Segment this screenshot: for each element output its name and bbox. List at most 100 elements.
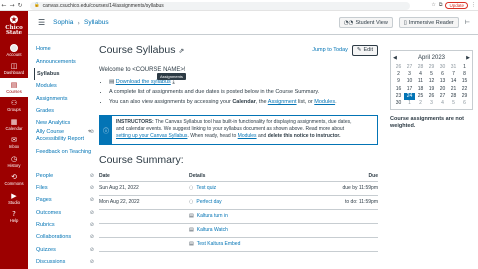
calendar-day[interactable]: 13: [437, 78, 448, 85]
menu-dots-icon[interactable]: ⋮: [471, 2, 476, 8]
calendar-day[interactable]: 29: [459, 93, 470, 100]
calendar-day[interactable]: 28: [448, 93, 459, 100]
calendar-day[interactable]: 7: [448, 71, 459, 78]
row-assignment-link[interactable]: Perfect day: [196, 199, 221, 205]
global-nav-groups[interactable]: ⚇ Groups: [0, 97, 28, 116]
calendar-day[interactable]: 27: [404, 64, 415, 71]
breadcrumb-course[interactable]: Sophia: [53, 19, 73, 26]
course-nav-item[interactable]: Pages ⊘: [36, 194, 94, 206]
calendar-day[interactable]: 4: [437, 100, 448, 107]
global-nav-courses[interactable]: ▤ Courses: [0, 78, 28, 97]
forward-icon[interactable]: →: [8, 2, 16, 9]
calendar-day[interactable]: 1: [404, 100, 415, 107]
star-icon[interactable]: ☆: [431, 2, 435, 8]
calendar-day[interactable]: 11: [415, 78, 426, 85]
calendar-day[interactable]: 4: [415, 71, 426, 78]
due-header: Due: [300, 172, 378, 182]
jump-to-today-link[interactable]: Jump to Today: [312, 47, 348, 53]
next-month-icon[interactable]: ▶: [466, 55, 470, 61]
student-view-button[interactable]: ◔◔ Student View: [338, 17, 393, 28]
collapse-sidebar-icon[interactable]: ⊢: [465, 19, 470, 26]
calendar-day[interactable]: 30: [393, 100, 404, 107]
calendar-day[interactable]: 9: [393, 78, 404, 85]
course-nav-item[interactable]: Syllabus: [34, 67, 94, 81]
course-nav-item[interactable]: Modules: [36, 80, 94, 92]
course-nav-item[interactable]: Outcomes ⊘: [36, 206, 94, 218]
calendar-day[interactable]: 8: [459, 71, 470, 78]
calendar-day[interactable]: 30: [437, 64, 448, 71]
course-nav-item[interactable]: Ally Course Accessibility Report ⊘: [36, 129, 94, 149]
calendar-day[interactable]: 26: [426, 93, 437, 100]
assignment-link[interactable]: Assignment: [268, 99, 297, 105]
setting-up-syllabus-link[interactable]: setting up your Canvas Syllabus: [116, 133, 187, 139]
global-nav-history[interactable]: ◷ History: [0, 152, 28, 171]
info-modules-link[interactable]: Modules: [238, 133, 257, 139]
calendar-day[interactable]: 21: [448, 86, 459, 93]
calendar-day[interactable]: 5: [448, 100, 459, 107]
course-nav-item[interactable]: Discussions ⊘: [36, 256, 94, 268]
row-assignment-link[interactable]: Kaltura Watch: [197, 227, 228, 233]
calendar-day[interactable]: 27: [437, 93, 448, 100]
modules-link[interactable]: Modules: [314, 99, 335, 105]
course-nav-item[interactable]: Files ⊘: [36, 182, 94, 194]
calendar-day[interactable]: 14: [448, 78, 459, 85]
calendar-day[interactable]: 18: [415, 86, 426, 93]
course-nav-item[interactable]: Home: [36, 43, 94, 55]
commons-icon: ⟲: [11, 173, 17, 182]
calendar-day[interactable]: 2: [415, 100, 426, 107]
update-button[interactable]: Update: [445, 1, 468, 9]
calendar-day[interactable]: 19: [426, 86, 437, 93]
calendar-day[interactable]: 12: [426, 78, 437, 85]
global-nav-studio[interactable]: ▶ Studio: [0, 189, 28, 208]
course-nav-item[interactable]: New Analytics: [36, 117, 94, 129]
calendar-day[interactable]: 15: [459, 78, 470, 85]
edit-button[interactable]: ✎ Edit: [351, 44, 378, 56]
address-bar[interactable]: 🔒 canvas.csuchico.edu/courses/14/assignm…: [30, 1, 410, 10]
calendar-day[interactable]: 3: [426, 100, 437, 107]
calendar-day[interactable]: 5: [426, 71, 437, 78]
calendar-day[interactable]: 3: [404, 71, 415, 78]
calendar-day[interactable]: 16: [393, 86, 404, 93]
course-nav-item[interactable]: Rubrics ⊘: [36, 219, 94, 231]
calendar-day[interactable]: 17: [404, 86, 415, 93]
course-nav-item[interactable]: Feedback on Teaching: [36, 149, 94, 169]
row-assignment-link[interactable]: Test quiz: [196, 185, 216, 191]
course-nav-item[interactable]: People ⊘: [36, 169, 94, 181]
hamburger-menu-icon[interactable]: ☰: [38, 18, 45, 27]
calendar-day[interactable]: 2: [393, 71, 404, 78]
calendar-day[interactable]: 29: [426, 64, 437, 71]
calendar-day[interactable]: 28: [415, 64, 426, 71]
course-nav-item[interactable]: Grades: [36, 105, 94, 117]
calendar-day[interactable]: 6: [459, 100, 470, 107]
calendar-day[interactable]: 1: [459, 64, 470, 71]
global-nav-account[interactable]: Account: [0, 41, 28, 60]
reload-icon[interactable]: ↻: [16, 2, 24, 9]
chico-state-logo[interactable]: ✪ Chico State: [0, 11, 28, 41]
row-assignment-link[interactable]: Test Kaltura Embed: [197, 241, 241, 247]
global-nav-dashboard[interactable]: ◫ Dashboard: [0, 60, 28, 79]
course-nav-item[interactable]: Quizzes ⊘: [36, 243, 94, 255]
calendar-day[interactable]: 20: [437, 86, 448, 93]
row-assignment-link[interactable]: Kaltura turn in: [197, 213, 228, 219]
calendar-day-today[interactable]: 24: [404, 92, 415, 100]
calendar-day[interactable]: 22: [459, 86, 470, 93]
calendar-link[interactable]: Calendar: [232, 99, 256, 105]
course-nav-item[interactable]: Assignments: [36, 92, 94, 104]
global-nav-commons[interactable]: ⟲ Commons: [0, 171, 28, 190]
calendar-day[interactable]: 23: [393, 93, 404, 100]
calendar-day[interactable]: 6: [437, 71, 448, 78]
global-nav-inbox[interactable]: ✉ Inbox: [0, 134, 28, 153]
breadcrumb-page[interactable]: Syllabus: [84, 19, 109, 26]
back-icon[interactable]: ←: [0, 2, 8, 9]
course-nav-item[interactable]: Collaborations ⊘: [36, 231, 94, 243]
immersive-reader-button[interactable]: ▯ Immersive Reader: [398, 17, 459, 28]
global-nav-calendar[interactable]: ▦ Calendar: [0, 115, 28, 134]
global-nav-help[interactable]: ? Help: [0, 208, 28, 227]
prev-month-icon[interactable]: ◀: [393, 55, 397, 61]
puzzle-icon[interactable]: ⧉: [439, 2, 443, 8]
calendar-day[interactable]: 31: [448, 64, 459, 71]
course-nav-item[interactable]: Announcements: [36, 55, 94, 67]
calendar-day[interactable]: 25: [415, 93, 426, 100]
calendar-day[interactable]: 26: [393, 64, 404, 71]
calendar-day[interactable]: 10: [404, 78, 415, 85]
